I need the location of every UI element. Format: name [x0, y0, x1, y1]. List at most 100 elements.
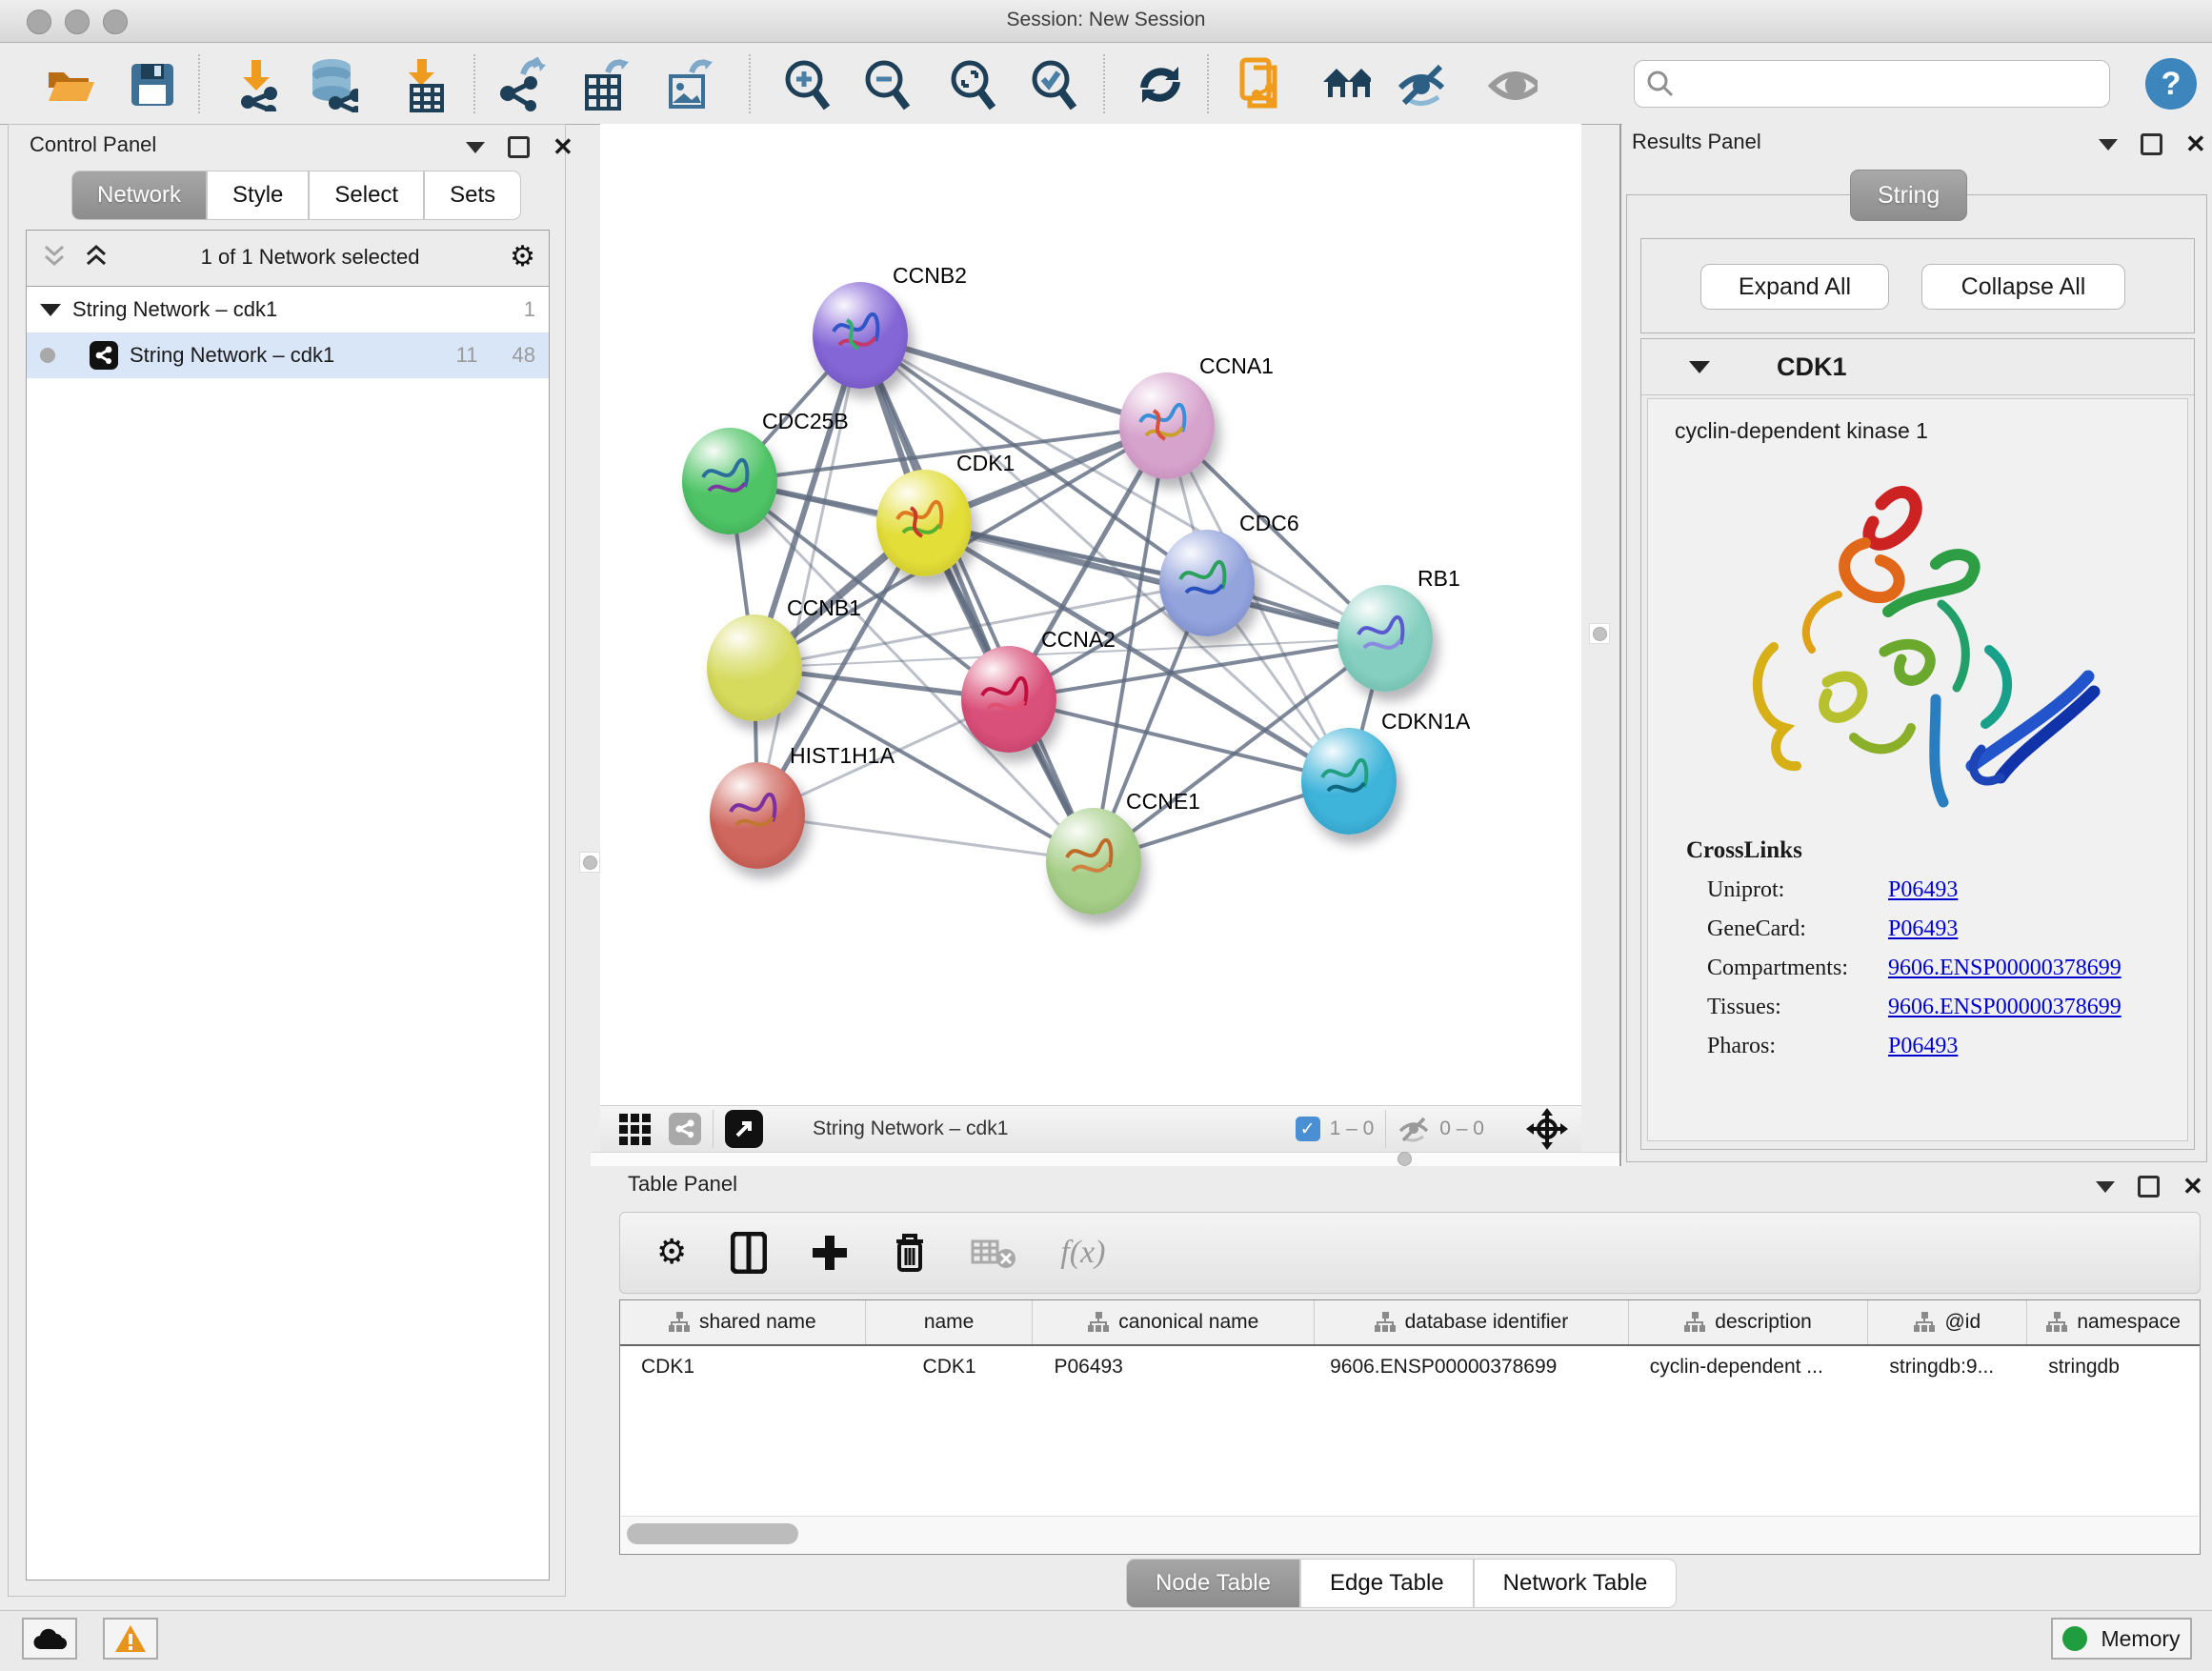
- panel-float-icon[interactable]: [2138, 1176, 2160, 1198]
- network-view[interactable]: CCNB2CCNA1CDC25BCDK1CDC6RB1CCNB1CCNA2CDK…: [600, 124, 1581, 1105]
- compartments-link[interactable]: 9606.ENSP00000378699: [1888, 956, 2122, 981]
- gear-icon[interactable]: ⚙: [510, 243, 535, 272]
- column-header-description[interactable]: description: [1629, 1300, 1869, 1344]
- table-settings-gear-icon[interactable]: ⚙: [656, 1236, 687, 1270]
- import-network-from-database-icon[interactable]: [309, 60, 358, 110]
- birdseye-grid-icon[interactable]: [617, 1110, 655, 1148]
- column-header-id[interactable]: @id: [1868, 1300, 2027, 1344]
- network-row[interactable]: String Network – cdk1 11 48: [27, 332, 549, 378]
- panel-close-icon[interactable]: ✕: [2182, 1178, 2203, 1195]
- gene-section-header[interactable]: CDK1: [1641, 339, 2194, 395]
- memory-button[interactable]: Memory: [2051, 1618, 2192, 1660]
- network-node-cdk1[interactable]: [876, 470, 972, 576]
- delete-column-icon[interactable]: [893, 1232, 927, 1274]
- tab-style[interactable]: Style: [207, 171, 309, 220]
- panel-close-icon[interactable]: ✕: [553, 139, 573, 155]
- network-node-ccna2[interactable]: [961, 646, 1056, 753]
- node-position-crosshair-icon[interactable]: [1526, 1108, 1568, 1150]
- search-field[interactable]: [1634, 60, 2110, 108]
- network-node-hist1h1a[interactable]: [710, 762, 805, 869]
- zoom-in-icon[interactable]: [781, 60, 831, 110]
- first-neighbors-icon[interactable]: [1321, 60, 1371, 110]
- hide-selected-icon[interactable]: [1395, 60, 1444, 110]
- function-builder-icon[interactable]: f(x): [1060, 1235, 1105, 1271]
- show-all-icon[interactable]: [1488, 60, 1538, 110]
- horizontal-splitter-handle[interactable]: [1395, 1149, 1414, 1168]
- panel-float-icon[interactable]: [2141, 133, 2162, 155]
- panel-float-icon[interactable]: [508, 136, 530, 158]
- network-node-ccna1[interactable]: [1119, 372, 1215, 479]
- export-image-icon[interactable]: [663, 60, 713, 110]
- pharos-link[interactable]: P06493: [1888, 1034, 1958, 1059]
- search-input[interactable]: [1675, 71, 2088, 96]
- network-node-cdc6[interactable]: [1159, 530, 1255, 636]
- open-in-new-icon[interactable]: [725, 1110, 763, 1148]
- network-name: String Network – cdk1: [130, 343, 445, 368]
- network-node-cdc25b[interactable]: [682, 428, 777, 534]
- hidden-count: 0 – 0: [1439, 1117, 1484, 1140]
- column-header-name[interactable]: name: [866, 1300, 1034, 1344]
- selected-checkbox-icon[interactable]: ✓: [1296, 1117, 1320, 1141]
- scrollbar-thumb[interactable]: [627, 1523, 798, 1544]
- string-view-icon[interactable]: [669, 1113, 701, 1145]
- gene-description: cyclin-dependent kinase 1: [1675, 418, 2187, 444]
- table-panel: Table Panel ✕ ⚙ f(x) shared name name ca…: [591, 1166, 2212, 1606]
- table-horizontal-scrollbar[interactable]: [621, 1516, 2199, 1553]
- import-table-icon[interactable]: [400, 60, 450, 110]
- tab-string[interactable]: String: [1850, 170, 1967, 221]
- crosslink-row: Pharos: P06493: [1707, 1034, 2187, 1059]
- network-node-cdkn1a[interactable]: [1301, 728, 1397, 835]
- crosslink-row: Uniprot: P06493: [1707, 877, 2187, 903]
- tab-network[interactable]: Network: [71, 171, 207, 220]
- network-collection-row[interactable]: String Network – cdk1 1: [27, 287, 549, 332]
- zoom-out-icon[interactable]: [861, 60, 911, 110]
- column-header-shared-name[interactable]: shared name: [620, 1300, 866, 1344]
- column-header-canonical-name[interactable]: canonical name: [1033, 1300, 1315, 1344]
- add-column-icon[interactable]: [811, 1234, 849, 1272]
- warnings-button[interactable]: [103, 1618, 158, 1660]
- column-header-namespace[interactable]: namespace: [2027, 1300, 2200, 1344]
- show-columns-icon[interactable]: [731, 1232, 767, 1274]
- column-header-database-identifier[interactable]: database identifier: [1315, 1300, 1629, 1344]
- help-button[interactable]: ?: [2145, 58, 2197, 110]
- expand-all-icon[interactable]: [82, 244, 111, 271]
- cloud-button[interactable]: [22, 1618, 77, 1660]
- gene-expander-icon[interactable]: [1689, 361, 1710, 373]
- zoom-selected-icon[interactable]: [1028, 60, 1077, 110]
- delete-table-icon[interactable]: [971, 1236, 1016, 1270]
- selected-count: 1 – 0: [1330, 1117, 1375, 1140]
- table-row[interactable]: CDK1 CDK1 P06493 9606.ENSP00000378699 cy…: [620, 1346, 2200, 1388]
- tab-node-table[interactable]: Node Table: [1126, 1559, 1300, 1608]
- network-node-rb1[interactable]: [1337, 585, 1433, 692]
- tab-network-table[interactable]: Network Table: [1474, 1559, 1678, 1608]
- panel-collapse-icon[interactable]: [2099, 139, 2118, 151]
- string-app-icon: [90, 341, 118, 370]
- panel-collapse-icon[interactable]: [2096, 1181, 2115, 1193]
- collapse-all-icon[interactable]: [40, 244, 69, 271]
- genecard-link[interactable]: P06493: [1888, 916, 1958, 942]
- export-network-icon[interactable]: [496, 60, 546, 110]
- save-session-icon[interactable]: [128, 60, 177, 110]
- network-node-ccne1[interactable]: [1046, 808, 1141, 915]
- expand-all-button[interactable]: Expand All: [1700, 264, 1889, 310]
- tissues-link[interactable]: 9606.ENSP00000378699: [1888, 995, 2122, 1020]
- collection-expander-icon[interactable]: [40, 304, 61, 316]
- left-splitter-handle[interactable]: [579, 852, 600, 873]
- uniprot-link[interactable]: P06493: [1888, 877, 1958, 903]
- export-table-icon[interactable]: [579, 60, 629, 110]
- network-node-ccnb1[interactable]: [707, 614, 802, 721]
- panel-close-icon[interactable]: ✕: [2185, 136, 2206, 152]
- mapped-column-icon: [1684, 1312, 1705, 1333]
- network-node-ccnb2[interactable]: [813, 282, 908, 389]
- zoom-fit-icon[interactable]: [947, 60, 996, 110]
- import-network-icon[interactable]: [232, 60, 282, 110]
- panel-collapse-icon[interactable]: [466, 142, 485, 153]
- tab-edge-table[interactable]: Edge Table: [1300, 1559, 1474, 1608]
- right-splitter-handle[interactable]: [1589, 623, 1610, 644]
- apply-layout-icon[interactable]: [1135, 60, 1184, 110]
- collapse-all-button[interactable]: Collapse All: [1921, 264, 2125, 310]
- open-session-icon[interactable]: [45, 60, 94, 110]
- new-network-from-selection-icon[interactable]: [1238, 60, 1288, 110]
- tab-select[interactable]: Select: [309, 171, 424, 220]
- tab-sets[interactable]: Sets: [424, 171, 521, 220]
